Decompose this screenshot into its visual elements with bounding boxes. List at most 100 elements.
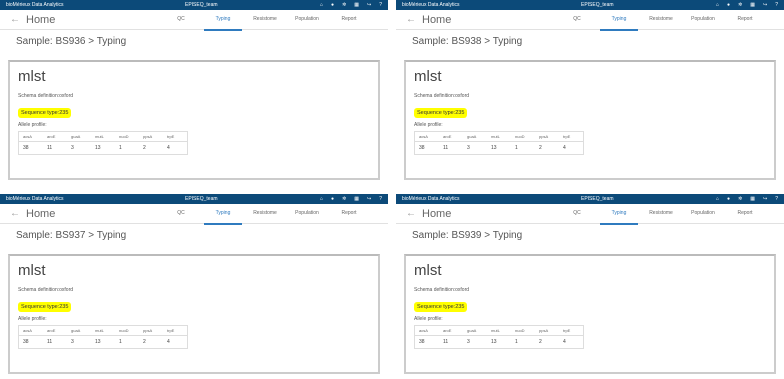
team-name[interactable]: EPISEQ_team xyxy=(185,196,218,202)
brand-name: bioMérieux Data Analytics xyxy=(402,196,460,202)
allele-value-cell: 38 xyxy=(23,145,29,151)
brand-name: bioMérieux Data Analytics xyxy=(6,196,64,202)
allele-header-cell: acsA xyxy=(18,131,43,142)
back-arrow-icon[interactable]: ← xyxy=(10,208,20,219)
user-icon[interactable]: ● xyxy=(727,2,730,8)
allele-value-cell: 3 xyxy=(71,339,74,345)
typing-result-card: mlst Schema definition:oxford Sequence t… xyxy=(404,60,776,180)
back-arrow-icon[interactable]: ← xyxy=(406,14,416,25)
tab-qc[interactable]: QC xyxy=(558,203,596,225)
tab-resistome[interactable]: Resistome xyxy=(246,203,284,225)
allele-value-cell: 3 xyxy=(467,145,470,151)
allele-header-cell: acsA xyxy=(18,325,43,336)
tab-population[interactable]: Population xyxy=(684,9,722,31)
tab-qc[interactable]: QC xyxy=(162,9,200,31)
logout-icon[interactable]: ↪ xyxy=(763,2,767,8)
allele-value-cell: 3 xyxy=(467,339,470,345)
navigation-row: ← Home QC Typing Resistome Population Re… xyxy=(0,203,388,225)
home-icon[interactable]: ⌂ xyxy=(320,2,323,8)
home-icon[interactable]: ⌂ xyxy=(320,196,323,202)
schema-definition: Schema definition:oxford xyxy=(414,287,470,293)
allele-header-cell: mutL xyxy=(91,131,115,142)
allele-value-cell: 1 xyxy=(119,339,122,345)
user-icon[interactable]: ● xyxy=(331,196,334,202)
allele-header-cell: trpE xyxy=(163,131,188,142)
schema-definition: Schema definition:oxford xyxy=(18,287,74,293)
grid-icon[interactable]: ▦ xyxy=(750,2,755,8)
sample-breadcrumb: Sample: BS939 > Typing xyxy=(412,230,523,241)
allele-header-cell: aroE xyxy=(43,131,67,142)
home-link[interactable]: Home xyxy=(422,208,558,220)
header-icons: ⌂ ● ✲ ▦ ↪ ? xyxy=(716,196,778,202)
settings-icon[interactable]: ✲ xyxy=(342,196,346,202)
navigation-row: ← Home QC Typing Resistome Population Re… xyxy=(0,9,388,31)
user-icon[interactable]: ● xyxy=(331,2,334,8)
home-link[interactable]: Home xyxy=(26,208,162,220)
allele-header-cell: mutL xyxy=(487,131,511,142)
allele-profile-label: Allele profile: xyxy=(18,316,47,322)
typing-result-card: mlst Schema definition:oxford Sequence t… xyxy=(404,254,776,374)
allele-value-cell: 2 xyxy=(539,145,542,151)
allele-value-cell: 13 xyxy=(95,145,101,151)
tab-typing[interactable]: Typing xyxy=(600,9,638,31)
tab-report[interactable]: Report xyxy=(726,9,764,31)
tab-qc[interactable]: QC xyxy=(558,9,596,31)
allele-profile-table: acsA aroE guaA mutL nuoD ppsA trpE 38 11 3 13 1 2 4 xyxy=(18,325,188,349)
tab-resistome[interactable]: Resistome xyxy=(642,9,680,31)
back-arrow-icon[interactable]: ← xyxy=(406,208,416,219)
allele-value-cell: 4 xyxy=(167,145,170,151)
tab-typing[interactable]: Typing xyxy=(204,203,242,225)
help-icon[interactable]: ? xyxy=(379,2,382,8)
tab-resistome[interactable]: Resistome xyxy=(642,203,680,225)
logout-icon[interactable]: ↪ xyxy=(367,2,371,8)
help-icon[interactable]: ? xyxy=(775,2,778,8)
home-link[interactable]: Home xyxy=(26,14,162,26)
tab-resistome[interactable]: Resistome xyxy=(246,9,284,31)
home-link[interactable]: Home xyxy=(422,14,558,26)
back-arrow-icon[interactable]: ← xyxy=(10,14,20,25)
navigation-row: ← Home QC Typing Resistome Population Re… xyxy=(396,203,784,225)
allele-profile-table: acsA aroE guaA mutL nuoD ppsA trpE 38 11 3 13 1 2 4 xyxy=(18,131,188,155)
team-name[interactable]: EPISEQ_team xyxy=(185,2,218,8)
tab-typing[interactable]: Typing xyxy=(600,203,638,225)
help-icon[interactable]: ? xyxy=(379,196,382,202)
user-icon[interactable]: ● xyxy=(727,196,730,202)
tab-typing[interactable]: Typing xyxy=(204,9,242,31)
grid-icon[interactable]: ▦ xyxy=(750,196,755,202)
logout-icon[interactable]: ↪ xyxy=(763,196,767,202)
tab-report[interactable]: Report xyxy=(726,203,764,225)
team-name[interactable]: EPISEQ_team xyxy=(581,196,614,202)
tab-population[interactable]: Population xyxy=(684,203,722,225)
home-icon[interactable]: ⌂ xyxy=(716,196,719,202)
allele-header-cell: aroE xyxy=(43,325,67,336)
tab-report[interactable]: Report xyxy=(330,203,368,225)
settings-icon[interactable]: ✲ xyxy=(738,196,742,202)
scheme-title: mlst xyxy=(18,262,46,279)
tab-population[interactable]: Population xyxy=(288,9,326,31)
schema-definition: Schema definition:oxford xyxy=(18,93,74,99)
team-name[interactable]: EPISEQ_team xyxy=(581,2,614,8)
grid-icon[interactable]: ▦ xyxy=(354,2,359,8)
sequence-type-highlight: Sequence type:235 xyxy=(18,108,72,118)
allele-value-cell: 13 xyxy=(491,145,497,151)
logout-icon[interactable]: ↪ xyxy=(367,196,371,202)
settings-icon[interactable]: ✲ xyxy=(738,2,742,8)
home-icon[interactable]: ⌂ xyxy=(716,2,719,8)
allele-header-cell: nuoD xyxy=(115,325,139,336)
header-icons: ⌂ ● ✲ ▦ ↪ ? xyxy=(320,196,382,202)
scheme-title: mlst xyxy=(414,68,442,85)
allele-value-cell: 38 xyxy=(419,145,425,151)
brand-name: bioMérieux Data Analytics xyxy=(402,2,460,8)
allele-profile-label: Allele profile: xyxy=(18,122,47,128)
allele-value-cell: 13 xyxy=(95,339,101,345)
allele-header-row: acsA aroE guaA mutL nuoD ppsA trpE xyxy=(414,131,584,142)
allele-value-cell: 3 xyxy=(71,145,74,151)
grid-icon[interactable]: ▦ xyxy=(354,196,359,202)
allele-value-cell: 2 xyxy=(143,145,146,151)
tab-population[interactable]: Population xyxy=(288,203,326,225)
help-icon[interactable]: ? xyxy=(775,196,778,202)
tab-qc[interactable]: QC xyxy=(162,203,200,225)
settings-icon[interactable]: ✲ xyxy=(342,2,346,8)
section-tabs: QC Typing Resistome Population Report xyxy=(162,203,368,225)
tab-report[interactable]: Report xyxy=(330,9,368,31)
